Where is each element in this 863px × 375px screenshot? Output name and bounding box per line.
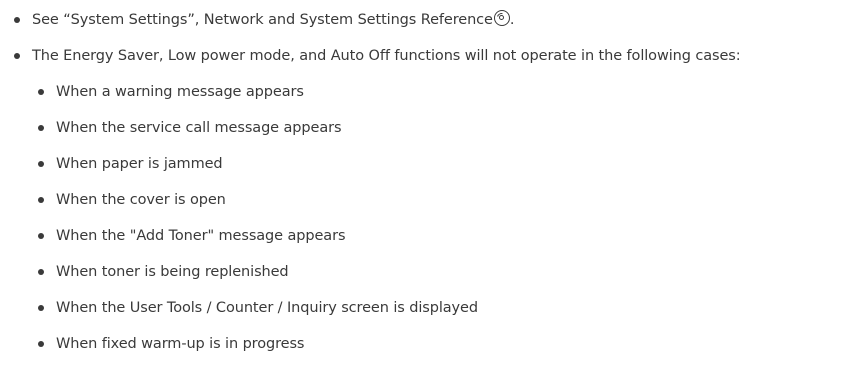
bullet-icon xyxy=(38,89,44,95)
list-item-text: The Energy Saver, Low power mode, and Au… xyxy=(32,48,741,64)
item-text: See “System Settings”, Network and Syste… xyxy=(32,12,493,28)
bullet-icon xyxy=(38,197,44,203)
sub-list-item-text: When paper is jammed xyxy=(56,156,223,172)
item-suffix: . xyxy=(509,12,515,28)
sub-list-item-text: When toner is being replenished xyxy=(56,264,289,280)
bullet-icon xyxy=(38,161,44,167)
sub-list-item-text: When the "Add Toner" message appears xyxy=(56,228,346,244)
bullet-icon xyxy=(14,17,20,23)
bullet-icon xyxy=(38,341,44,347)
bullet-icon xyxy=(38,269,44,275)
disc-icon xyxy=(493,10,510,26)
bullet-icon xyxy=(14,53,20,59)
sub-list-item-text: When the cover is open xyxy=(56,192,226,208)
sub-list-item-text: When fixed warm-up is in progress xyxy=(56,336,305,352)
sub-list-item-text: When the service call message appears xyxy=(56,120,342,136)
bullet-icon xyxy=(38,125,44,131)
bullet-icon xyxy=(38,233,44,239)
sub-list-item-text: When a warning message appears xyxy=(56,84,304,100)
list-item-text: See “System Settings”, Network and Syste… xyxy=(32,10,514,30)
bullet-icon xyxy=(38,305,44,311)
sub-list-item-text: When the User Tools / Counter / Inquiry … xyxy=(56,300,478,316)
